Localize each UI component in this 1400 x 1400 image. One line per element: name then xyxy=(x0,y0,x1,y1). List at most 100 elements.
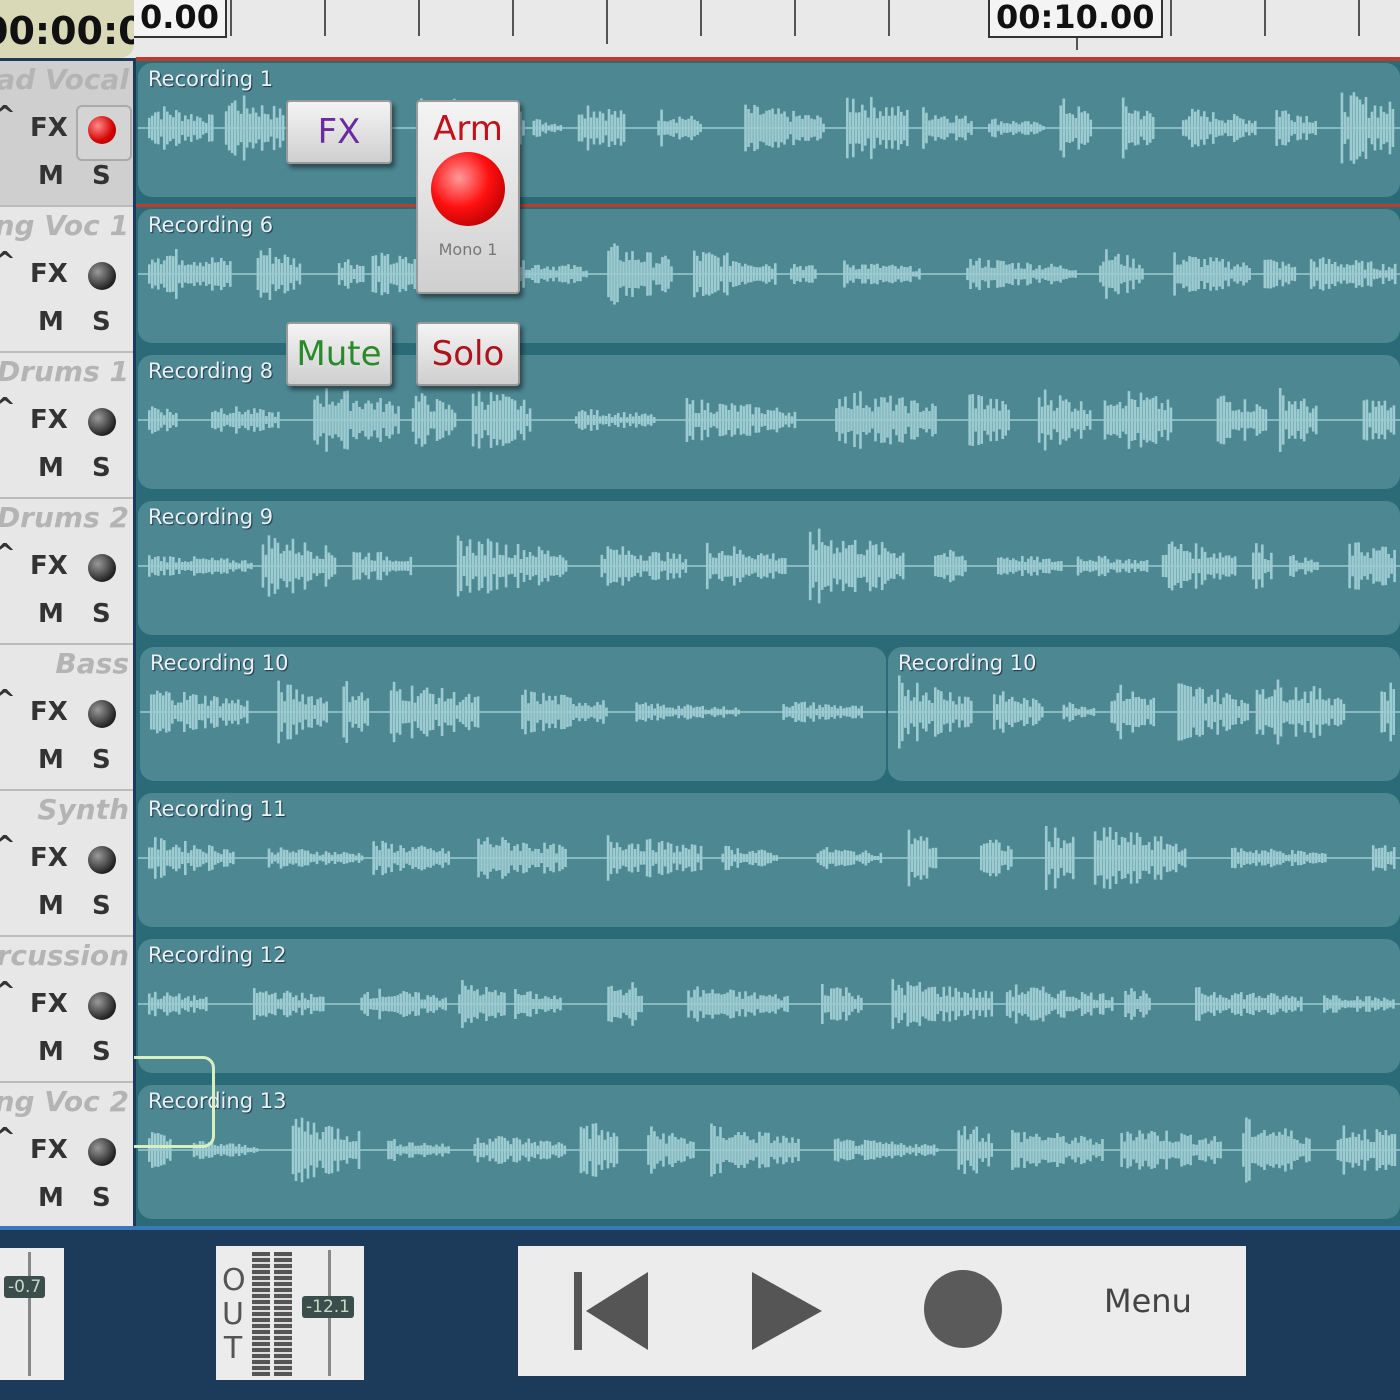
track-fx-button[interactable]: FX xyxy=(30,1135,68,1165)
track-name[interactable]: Lead Vocal xyxy=(0,63,129,96)
track-solo-button[interactable]: S xyxy=(92,745,111,775)
track-fx-button[interactable]: FX xyxy=(30,551,68,581)
track-solo-button[interactable]: S xyxy=(92,1183,111,1213)
record-arm-icon xyxy=(431,152,505,226)
record-arm-icon[interactable] xyxy=(88,408,116,436)
record-arm-icon[interactable] xyxy=(88,262,116,290)
expand-caret-icon[interactable]: ^ xyxy=(0,101,16,131)
track-header[interactable]: Drums 1 ^ FX MS xyxy=(0,353,133,499)
record-arm-icon[interactable] xyxy=(88,554,116,582)
track-name[interactable]: Drums 2 xyxy=(0,501,129,534)
popup-arm-label: Arm xyxy=(433,109,503,149)
track-fx-button[interactable]: FX xyxy=(30,259,68,289)
track-name[interactable]: Bass xyxy=(55,647,129,680)
timeline-ruler[interactable]: 0.00 00:10.00 xyxy=(0,0,1400,58)
record-arm-icon[interactable] xyxy=(88,1138,116,1166)
track-mute-button[interactable]: M xyxy=(38,1183,64,1213)
track-header[interactable]: Lead Vocal ^ FX MS xyxy=(0,61,133,207)
audio-clip[interactable]: Recording 10 xyxy=(140,647,886,781)
ruler-tick xyxy=(888,0,890,36)
audio-clip[interactable]: Recording 12 xyxy=(138,939,1400,1073)
record-arm-icon[interactable] xyxy=(88,992,116,1020)
ruler-marker-start: 0.00 xyxy=(132,0,227,38)
track-name[interactable]: Percussion xyxy=(0,939,129,972)
track-name[interactable]: Backing Voc 1 xyxy=(0,209,129,242)
popup-solo-label: Solo xyxy=(431,334,505,374)
track-header[interactable]: Backing Voc 2 ^ FX MS xyxy=(0,1083,133,1229)
record-arm-icon[interactable] xyxy=(88,700,116,728)
track-lane[interactable]: Recording 11 xyxy=(136,791,1400,937)
expand-caret-icon[interactable]: ^ xyxy=(0,393,16,423)
popup-mute-button[interactable]: Mute xyxy=(286,322,392,386)
record-icon[interactable] xyxy=(924,1270,1002,1348)
expand-caret-icon[interactable]: ^ xyxy=(0,831,16,861)
track-mute-button[interactable]: M xyxy=(38,891,64,921)
track-fx-button[interactable]: FX xyxy=(30,113,68,143)
track-fader[interactable]: -0.7 xyxy=(0,1248,64,1380)
audio-clip[interactable]: Recording 10 xyxy=(888,647,1400,781)
track-solo-button[interactable]: S xyxy=(92,161,111,191)
expand-caret-icon[interactable]: ^ xyxy=(0,977,16,1007)
skip-back-icon[interactable] xyxy=(574,1268,654,1354)
expand-caret-icon[interactable]: ^ xyxy=(0,685,16,715)
audio-clip[interactable]: Recording 9 xyxy=(138,501,1400,635)
popup-fx-button[interactable]: FX xyxy=(286,100,392,164)
selection-bracket[interactable] xyxy=(134,1056,215,1148)
track-lane[interactable]: Recording 10 Recording 10 xyxy=(136,645,1400,791)
out-meter-left xyxy=(252,1252,270,1376)
track-solo-button[interactable]: S xyxy=(92,307,111,337)
track-mute-button[interactable]: M xyxy=(38,453,64,483)
clip-label: Recording 1 xyxy=(148,67,274,91)
track-header[interactable]: Drums 2 ^ FX MS xyxy=(0,499,133,645)
track-solo-button[interactable]: S xyxy=(92,453,111,483)
track-name[interactable]: Backing Voc 2 xyxy=(0,1085,129,1118)
ruler-tick xyxy=(418,0,420,36)
clip-label: Recording 10 xyxy=(898,651,1037,675)
track-mute-button[interactable]: M xyxy=(38,599,64,629)
track-fx-button[interactable]: FX xyxy=(30,843,68,873)
track-fx-button[interactable]: FX xyxy=(30,989,68,1019)
track-lane[interactable]: Recording 9 xyxy=(136,499,1400,645)
track-name[interactable]: Synth xyxy=(37,793,129,826)
track-solo-button[interactable]: S xyxy=(92,1037,111,1067)
waveform xyxy=(138,528,1400,604)
play-icon[interactable] xyxy=(748,1270,828,1352)
popup-fx-label: FX xyxy=(317,112,361,152)
record-arm-icon[interactable] xyxy=(88,846,116,874)
track-lane[interactable]: Recording 13 xyxy=(136,1083,1400,1229)
fader-rail xyxy=(28,1252,31,1376)
track-solo-button[interactable]: S xyxy=(92,891,111,921)
ruler-marker-10s: 00:10.00 xyxy=(988,0,1163,38)
track-solo-button[interactable]: S xyxy=(92,599,111,629)
ruler-tick xyxy=(606,0,608,44)
track-header[interactable]: Bass ^ FX MS xyxy=(0,645,133,791)
time-display[interactable]: 00:00:00.000 xyxy=(0,0,134,58)
track-mute-button[interactable]: M xyxy=(38,161,64,191)
track-header[interactable]: Percussion ^ FX MS xyxy=(0,937,133,1083)
track-mute-button[interactable]: M xyxy=(38,745,64,775)
record-arm-icon[interactable] xyxy=(88,116,116,144)
menu-button[interactable]: Menu xyxy=(1104,1282,1192,1320)
expand-caret-icon[interactable]: ^ xyxy=(0,247,16,277)
ruler-tick xyxy=(1170,0,1172,36)
track-mute-button[interactable]: M xyxy=(38,307,64,337)
clip-label: Recording 9 xyxy=(148,505,274,529)
audio-clip[interactable]: Recording 13 xyxy=(138,1085,1400,1219)
popup-arm-button[interactable]: Arm Mono 1 xyxy=(416,100,520,294)
track-lane[interactable]: Recording 12 xyxy=(136,937,1400,1083)
expand-caret-icon[interactable]: ^ xyxy=(0,539,16,569)
fader-readout: -0.7 xyxy=(4,1276,46,1298)
ruler-tick xyxy=(1264,0,1266,36)
track-header[interactable]: Backing Voc 1 ^ FX MS xyxy=(0,207,133,353)
transport-panel: Menu xyxy=(518,1246,1246,1376)
track-header[interactable]: Synth ^ FX MS xyxy=(0,791,133,937)
audio-clip[interactable]: Recording 11 xyxy=(138,793,1400,927)
track-name[interactable]: Drums 1 xyxy=(0,355,129,388)
expand-caret-icon[interactable]: ^ xyxy=(0,1123,16,1153)
ruler-tick xyxy=(324,0,326,36)
popup-solo-button[interactable]: Solo xyxy=(416,322,520,386)
popup-mute-label: Mute xyxy=(296,334,382,374)
track-fx-button[interactable]: FX xyxy=(30,405,68,435)
track-fx-button[interactable]: FX xyxy=(30,697,68,727)
track-mute-button[interactable]: M xyxy=(38,1037,64,1067)
